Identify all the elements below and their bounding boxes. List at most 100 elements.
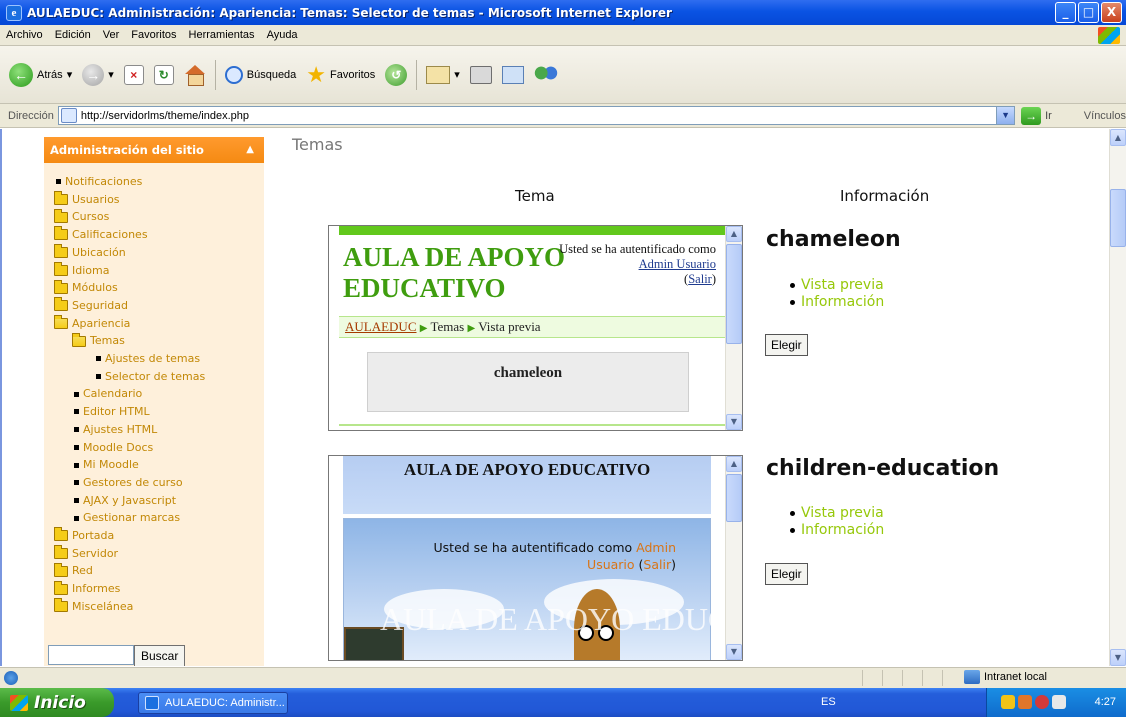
chevron-down-icon[interactable]: ▾ [454, 68, 460, 81]
scroll-up-icon[interactable]: ▲ [726, 226, 742, 242]
scroll-down-icon[interactable]: ▼ [726, 644, 742, 660]
shield-icon[interactable] [1001, 695, 1015, 709]
go-button[interactable]: → Ir [1021, 106, 1052, 125]
info-link[interactable]: Información [801, 294, 884, 311]
security-zone[interactable]: Intranet local [964, 670, 1047, 684]
sidebar-item[interactable]: Mi Moodle [54, 456, 264, 474]
start-button[interactable]: Inicio [0, 688, 114, 717]
language-indicator[interactable]: ES [821, 696, 836, 708]
scroll-up-icon[interactable]: ▲ [726, 456, 742, 472]
info-link[interactable]: Información [801, 522, 884, 539]
preview-breadcrumb-home[interactable]: AULAEDUC [345, 319, 417, 334]
status-bar: Intranet local [0, 667, 1126, 688]
choose-theme-button[interactable]: Elegir [765, 334, 808, 356]
sidebar-item[interactable]: Gestionar marcas [54, 509, 264, 527]
links-label[interactable]: Vínculos [1084, 110, 1126, 122]
theme-preview-chameleon[interactable]: AULA DE APOYO EDUCATIVO Usted se ha aute… [328, 225, 743, 431]
back-arrow-icon: ← [9, 62, 33, 87]
menu-ayuda[interactable]: Ayuda [261, 29, 304, 41]
choose-theme-button[interactable]: Elegir [765, 563, 808, 585]
scroll-thumb[interactable] [726, 474, 742, 522]
forward-button[interactable]: → ▾ [79, 58, 117, 92]
menu-archivo[interactable]: Archivo [0, 29, 49, 41]
refresh-button[interactable]: ↻ [151, 58, 177, 92]
chevron-down-icon[interactable]: ▾ [108, 68, 114, 81]
maximize-button[interactable]: □ [1078, 2, 1099, 23]
sidebar-item[interactable]: Usuarios [54, 191, 264, 209]
stop-button[interactable]: × [121, 58, 147, 92]
scroll-down-icon[interactable]: ▼ [1110, 649, 1126, 666]
sidebar-item[interactable]: Temas [54, 332, 264, 350]
page-scrollbar[interactable]: ▲ ▼ [1109, 129, 1126, 666]
sidebar-item[interactable]: Módulos [54, 279, 264, 297]
print-button[interactable] [467, 58, 495, 92]
sidebar-item[interactable]: Moodle Docs [54, 439, 264, 457]
menu-ver[interactable]: Ver [97, 29, 126, 41]
preview-scrollbar[interactable]: ▲ ▼ [725, 226, 742, 430]
scroll-thumb[interactable] [726, 244, 742, 344]
menu-herramientas[interactable]: Herramientas [183, 29, 261, 41]
scroll-thumb[interactable] [1110, 189, 1126, 247]
theme-preview-children-education[interactable]: AULA DE APOYO EDUCATIVO Usted se ha aute… [328, 455, 743, 661]
preview-logout-link[interactable]: Salir [643, 557, 671, 572]
sidebar-item[interactable]: Idioma [54, 261, 264, 280]
menu-favoritos[interactable]: Favoritos [125, 29, 182, 41]
sidebar-item[interactable]: Calificaciones [54, 226, 264, 244]
sidebar-item-label: AJAX y Javascript [83, 493, 177, 507]
taskbar-item-ie[interactable]: AULAEDUC: Administr... [138, 692, 288, 714]
minimize-button[interactable]: _ [1055, 2, 1076, 23]
page-title: Temas [292, 135, 343, 154]
sidebar-item[interactable]: Calendario [54, 385, 264, 403]
preview-user-link[interactable]: Admin Usuario [639, 257, 716, 271]
search-button[interactable]: Búsqueda [222, 58, 300, 92]
admin-search-button[interactable]: Buscar [134, 645, 186, 666]
cloud-icon[interactable] [1052, 695, 1066, 709]
sidebar-item-label: Gestores de curso [83, 475, 183, 489]
close-button[interactable]: X [1101, 2, 1122, 23]
sidebar-item[interactable]: Seguridad [54, 297, 264, 315]
sidebar-item[interactable]: Red [54, 562, 264, 580]
messenger-button[interactable] [531, 58, 561, 92]
theme-links: Vista previa Información [790, 277, 884, 311]
sidebar-item[interactable]: Editor HTML [54, 403, 264, 421]
antivirus-icon[interactable] [1035, 695, 1049, 709]
sidebar-item[interactable]: Apariencia [54, 314, 264, 333]
scroll-down-icon[interactable]: ▼ [726, 414, 742, 430]
edit-button[interactable] [499, 58, 527, 92]
sidebar-item[interactable]: Informes [54, 580, 264, 598]
preview-user-link[interactable]: Usuario [587, 557, 635, 572]
address-input[interactable]: http://servidorlms/theme/index.php ▼ [57, 106, 1016, 125]
preview-link[interactable]: Vista previa [801, 277, 884, 294]
sidebar-item[interactable]: Gestores de curso [54, 474, 264, 492]
preview-scrollbar[interactable]: ▲ ▼ [725, 456, 742, 660]
sidebar-item[interactable]: Ubicación [54, 244, 264, 262]
sidebar-item[interactable]: Servidor [54, 545, 264, 563]
sidebar-item[interactable]: Ajustes de temas [54, 350, 264, 368]
chevron-down-icon[interactable]: ▾ [67, 68, 73, 81]
sidebar-item[interactable]: Ajustes HTML [54, 421, 264, 439]
network-icon[interactable] [1018, 695, 1032, 709]
bullet-icon [74, 444, 79, 450]
preview-user-link[interactable]: Admin [636, 540, 676, 555]
favorites-button[interactable]: ★ Favoritos [303, 58, 378, 92]
collapse-icon[interactable]: ▲ [246, 137, 254, 163]
back-button[interactable]: ← Atrás ▾ [6, 58, 75, 92]
sidebar-item[interactable]: AJAX y Javascript [54, 492, 264, 510]
bullet-icon [96, 374, 101, 380]
sidebar-item[interactable]: Portada [54, 527, 264, 545]
sidebar-item[interactable]: Miscelánea [54, 598, 264, 616]
sidebar-item[interactable]: Selector de temas [54, 368, 264, 386]
status-pane [902, 670, 922, 686]
scroll-up-icon[interactable]: ▲ [1110, 129, 1126, 146]
sidebar-item[interactable]: Cursos [54, 208, 264, 226]
admin-search-input[interactable] [48, 645, 134, 665]
preview-link[interactable]: Vista previa [801, 505, 884, 522]
preview-logout-link[interactable]: Salir [688, 272, 712, 286]
sidebar-item-label: Ajustes HTML [83, 422, 158, 436]
menu-edicion[interactable]: Edición [49, 29, 97, 41]
home-button[interactable] [181, 58, 209, 92]
sidebar-item[interactable]: Notificaciones [54, 173, 264, 191]
history-button[interactable]: ↺ [382, 58, 410, 92]
mail-button[interactable]: ▾ [423, 58, 463, 92]
address-dropdown-icon[interactable]: ▼ [996, 107, 1015, 124]
